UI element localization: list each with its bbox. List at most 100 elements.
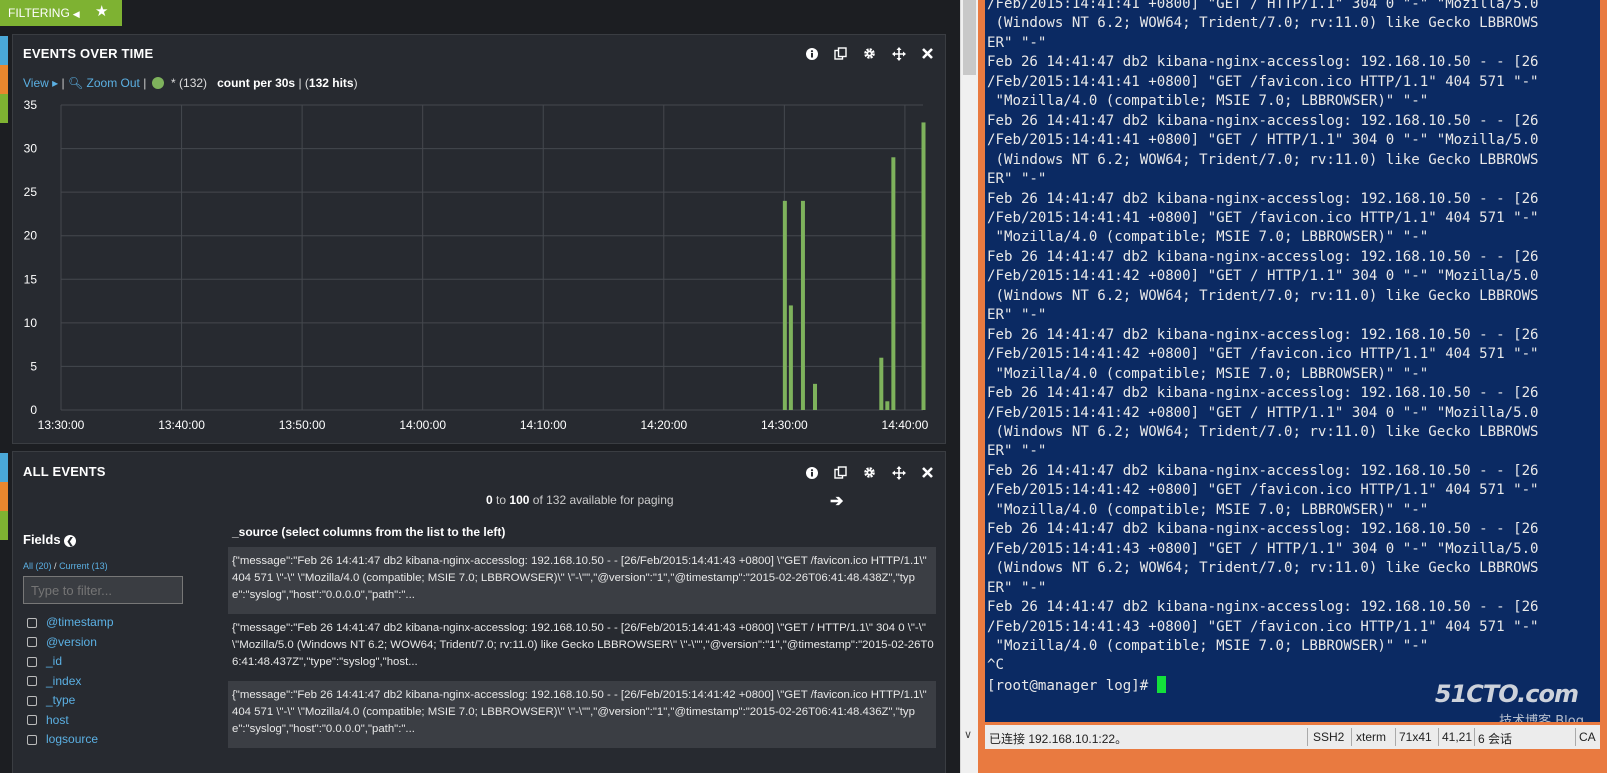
x-tick-label: 14:10:00: [520, 418, 567, 432]
y-tick-label: 0: [30, 403, 37, 417]
event-row[interactable]: {"message":"Feb 26 14:41:47 db2 kibana-n…: [228, 547, 936, 614]
x-tick-label: 13:40:00: [158, 418, 205, 432]
event-row[interactable]: {"message":"Feb 26 14:41:47 db2 kibana-n…: [228, 681, 936, 748]
row-tab-green[interactable]: [0, 94, 8, 123]
terminal-line: Feb 26 14:41:47 db2 kibana-nginx-accessl…: [987, 190, 1539, 207]
field-item[interactable]: host: [23, 711, 203, 731]
filtering-toggle[interactable]: FILTERING ◀ ★: [0, 0, 122, 26]
field-name[interactable]: @timestamp: [46, 613, 114, 633]
scrollbar-thumb[interactable]: [963, 0, 976, 75]
terminal-line: /Feb/2015:14:41:42 +0800] "GET / HTTP/1.…: [987, 268, 1539, 285]
field-checkbox[interactable]: [27, 617, 37, 628]
y-tick-label: 35: [24, 98, 38, 112]
field-item[interactable]: _type: [23, 691, 203, 711]
gear-icon[interactable]: [862, 465, 877, 480]
browser-scrollbar[interactable]: ∨: [960, 0, 978, 773]
y-tick-label: 10: [24, 316, 38, 330]
x-tick-label: 14:00:00: [399, 418, 446, 432]
field-item[interactable]: @version: [23, 633, 203, 653]
filtering-label: FILTERING: [8, 6, 70, 20]
histogram-bar: [891, 157, 896, 410]
x-tick-label: 14:40:00: [882, 418, 929, 432]
arrow-right-icon[interactable]: ➔: [830, 491, 843, 511]
events-histogram[interactable]: 0 5 10 15 20 25 30 35 13:30:00 13:40:00 13:50:00 14…: [13, 35, 947, 443]
info-icon[interactable]: [804, 465, 819, 480]
star-icon[interactable]: ★: [95, 0, 108, 24]
panel-title-events: ALL EVENTS: [23, 464, 106, 479]
terminal-output: /Feb/2015:14:41:41 +0800] "GET / HTTP/1.…: [987, 0, 1539, 696]
histogram-bar: [879, 357, 884, 410]
fields-current-link[interactable]: Current (13): [59, 561, 108, 571]
field-checkbox[interactable]: [27, 715, 37, 726]
field-name[interactable]: host: [46, 711, 69, 731]
status-protocol: SSH2: [1313, 730, 1345, 744]
chevron-left-circle-icon[interactable]: ❮: [64, 535, 77, 547]
terminal-line: /Feb/2015:14:41:42 +0800] "GET / HTTP/1.…: [987, 404, 1539, 421]
y-tick-label: 30: [24, 142, 38, 156]
row-tab-green-2[interactable]: [0, 511, 8, 540]
terminal-screen[interactable]: /Feb/2015:14:41:41 +0800] "GET / HTTP/1.…: [985, 0, 1600, 722]
scroll-down-icon[interactable]: ∨: [964, 728, 972, 741]
fields-count: All (20) / Current (13): [23, 561, 203, 571]
terminal-line: /Feb/2015:14:41:41 +0800] "GET / HTTP/1.…: [987, 132, 1539, 149]
terminal-line: "Mozilla/4.0 (compatible; MSIE 7.0; LBBR…: [987, 365, 1429, 382]
terminal-line: /Feb/2015:14:41:41 +0800] "GET /favicon.…: [987, 209, 1539, 226]
y-tick-label: 25: [24, 185, 38, 199]
x-tick-label: 14:30:00: [761, 418, 808, 432]
histogram-bar: [885, 401, 890, 410]
field-filter-input[interactable]: [23, 576, 183, 604]
histogram-bar: [782, 200, 787, 410]
fields-title-text: Fields: [23, 532, 61, 547]
fields-title: Fields ❮: [23, 532, 203, 547]
paging-to: 100: [509, 493, 530, 507]
clone-icon[interactable]: [833, 465, 848, 480]
watermark-subtitle: 技术博客 Blog: [1499, 714, 1584, 722]
terminal-line: /Feb/2015:14:41:41 +0800] "GET /favicon.…: [987, 73, 1539, 90]
field-item[interactable]: _id: [23, 652, 203, 672]
field-item[interactable]: @timestamp: [23, 613, 203, 633]
row-tab-orange-2[interactable]: [0, 482, 8, 511]
event-row[interactable]: {"message":"Feb 26 14:41:47 db2 kibana-n…: [228, 614, 936, 681]
field-name[interactable]: _index: [46, 672, 81, 692]
field-checkbox[interactable]: [27, 637, 37, 648]
status-cursor-pos: 41,21: [1442, 730, 1473, 744]
paging-from: 0: [486, 493, 493, 507]
field-checkbox[interactable]: [27, 676, 37, 687]
terminal-line: (Windows NT 6.2; WOW64; Trident/7.0; rv:…: [987, 287, 1539, 304]
kibana-dashboard: FILTERING ◀ ★ EVENTS OVER TIME View ▸ | 🔍…: [0, 0, 960, 773]
terminal-line: ^C: [987, 657, 1004, 674]
histogram-bar: [800, 200, 805, 410]
fields-all-link[interactable]: All (20): [23, 561, 52, 571]
field-checkbox[interactable]: [27, 656, 37, 667]
terminal-line: ER" "-": [987, 171, 1047, 188]
field-checkbox[interactable]: [27, 734, 37, 745]
filter-bar: FILTERING ◀ ★: [0, 0, 960, 26]
field-checkbox[interactable]: [27, 695, 37, 706]
close-icon[interactable]: [920, 465, 935, 480]
row-tab-blue-2[interactable]: [0, 453, 8, 482]
status-sessions: 6 会话: [1478, 732, 1513, 746]
watermark-logo: 51CTO.com: [1434, 680, 1579, 708]
field-name[interactable]: _id: [46, 652, 62, 672]
terminal-status-bar: 已连接 192.168.10.1:22。 SSH2 xterm 71x41 41…: [985, 725, 1600, 749]
paging-to-word: to: [496, 493, 507, 507]
row-tab-orange[interactable]: [0, 65, 8, 94]
status-connection: 已连接 192.168.10.1:22。: [989, 732, 1128, 746]
events-over-time-panel: EVENTS OVER TIME View ▸ | 🔍︎ Zoom Out | …: [12, 34, 946, 444]
field-name[interactable]: @version: [46, 633, 97, 653]
move-icon[interactable]: [891, 465, 906, 480]
field-name[interactable]: logsource: [46, 730, 98, 750]
field-name[interactable]: _type: [46, 691, 75, 711]
field-item[interactable]: logsource: [23, 730, 203, 750]
terminal-line: (Windows NT 6.2; WOW64; Trident/7.0; rv:…: [987, 423, 1539, 440]
field-item[interactable]: _index: [23, 672, 203, 692]
terminal-line: "Mozilla/4.0 (compatible; MSIE 7.0; LBBR…: [987, 229, 1429, 246]
row-tab-blue[interactable]: [0, 36, 8, 65]
caret-left-icon: ◀: [72, 9, 80, 19]
terminal-line: Feb 26 14:41:47 db2 kibana-nginx-accessl…: [987, 326, 1539, 343]
terminal-line: Feb 26 14:41:47 db2 kibana-nginx-accessl…: [987, 54, 1539, 71]
terminal-line: "Mozilla/4.0 (compatible; MSIE 7.0; LBBR…: [987, 501, 1429, 518]
status-caps: CA: [1579, 730, 1596, 744]
terminal-line: /Feb/2015:14:41:41 +0800] "GET / HTTP/1.…: [987, 0, 1539, 12]
terminal-line: /Feb/2015:14:41:43 +0800] "GET /favicon.…: [987, 618, 1539, 635]
